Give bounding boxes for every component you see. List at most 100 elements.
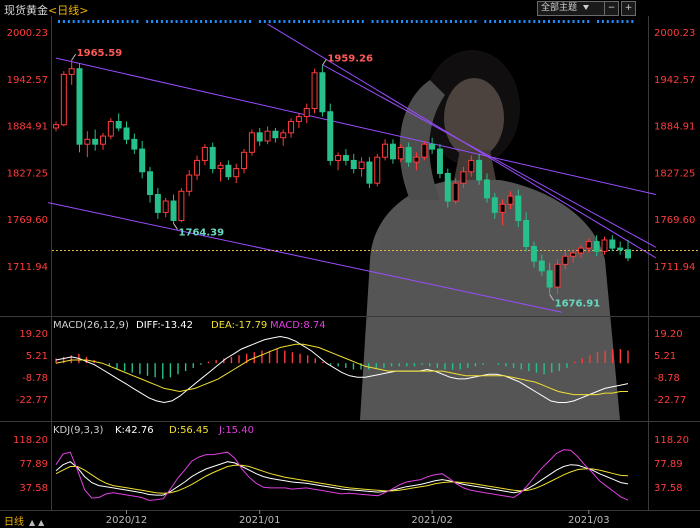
signal-dot bbox=[352, 20, 354, 23]
signal-dot bbox=[391, 20, 394, 23]
annotation-high2: 1959.26 bbox=[327, 53, 373, 64]
plus-icon: + bbox=[624, 3, 633, 13]
candle-body bbox=[319, 72, 326, 113]
date-axis: 2020/12 2021/01 2021/02 2021/03 bbox=[106, 510, 610, 526]
signal-dot bbox=[151, 20, 154, 23]
chart-stage[interactable]: 2000.23 1942.57 1884.91 1827.25 1769.60 1711.… bbox=[0, 0, 700, 527]
signal-dot bbox=[489, 20, 492, 23]
signal-dot bbox=[126, 20, 129, 23]
candle-body bbox=[186, 174, 193, 192]
signal-dot bbox=[116, 20, 119, 23]
macd-axis-left: 19.20 5.21 -8.78 -22.77 bbox=[16, 329, 48, 406]
annotation-leader bbox=[321, 58, 327, 66]
price-tick-left: 1884.91 bbox=[7, 122, 48, 133]
period-tab[interactable]: 日线 ▲▲ bbox=[4, 513, 47, 528]
signal-dot bbox=[175, 20, 178, 23]
price-tick-right: 1711.94 bbox=[654, 262, 695, 273]
candle-body bbox=[523, 219, 530, 247]
candle-body bbox=[397, 146, 404, 160]
signal-dot bbox=[533, 20, 536, 23]
annotation-high1: 1965.59 bbox=[77, 48, 123, 59]
signal-dot bbox=[244, 20, 247, 23]
signal-dot bbox=[376, 20, 379, 23]
signal-dot bbox=[97, 20, 100, 23]
signal-dot bbox=[224, 20, 227, 23]
candle-body bbox=[225, 164, 232, 178]
signal-dot bbox=[631, 20, 634, 23]
signal-dot bbox=[356, 20, 359, 23]
annotation-leader bbox=[71, 53, 77, 61]
candle-body bbox=[241, 151, 248, 170]
channel-line-1 bbox=[55, 57, 656, 196]
minus-icon: − bbox=[607, 3, 616, 13]
candle-body bbox=[562, 255, 569, 265]
signal-dot bbox=[307, 20, 310, 23]
signal-dot bbox=[234, 20, 237, 23]
zoom-in-button[interactable]: + bbox=[621, 1, 636, 16]
signal-dot bbox=[195, 20, 198, 23]
candle-body bbox=[452, 182, 459, 202]
signal-dot bbox=[435, 20, 438, 23]
candle-body bbox=[546, 270, 553, 288]
signal-dot bbox=[160, 20, 163, 23]
macd-axis-right: 19.20 5.21 -8.78 -22.77 bbox=[654, 329, 686, 406]
signal-dot bbox=[361, 20, 364, 23]
signal-dot bbox=[405, 20, 408, 23]
kdj-legend-j: J:15.40 bbox=[218, 425, 254, 436]
price-tick-left: 2000.23 bbox=[7, 28, 48, 39]
price-axis-right: 2000.23 1942.57 1884.91 1827.25 1769.60 1711.… bbox=[654, 28, 695, 273]
kdj-tick-left: 37.58 bbox=[19, 483, 48, 494]
scroll-up-icon-2[interactable]: ▲ bbox=[38, 518, 47, 527]
candle-body bbox=[436, 148, 443, 174]
signal-dot bbox=[146, 20, 149, 23]
candle-body bbox=[335, 155, 342, 161]
candle-body bbox=[389, 143, 396, 160]
signal-dot bbox=[548, 20, 550, 23]
candle-body bbox=[217, 164, 224, 170]
candle-body bbox=[68, 68, 75, 75]
signal-dot bbox=[543, 20, 546, 23]
candle-body bbox=[115, 120, 122, 129]
candle-body bbox=[311, 72, 318, 109]
signal-dot bbox=[239, 20, 242, 23]
signal-dot bbox=[214, 20, 217, 23]
candle-body bbox=[413, 156, 420, 163]
price-tick-left: 1827.25 bbox=[7, 168, 48, 179]
signal-dot bbox=[587, 20, 590, 23]
macd-tick-left: -22.77 bbox=[16, 395, 48, 406]
zoom-out-button[interactable]: − bbox=[604, 1, 619, 16]
candle-body bbox=[154, 194, 161, 213]
macd-tick-right: -8.78 bbox=[654, 373, 680, 384]
signal-dot bbox=[371, 20, 374, 23]
price-tick-right: 2000.23 bbox=[654, 28, 695, 39]
signal-dot bbox=[342, 20, 345, 23]
candle-body bbox=[342, 155, 349, 161]
signal-dot bbox=[464, 20, 467, 23]
candle-body bbox=[499, 203, 506, 213]
candle-body bbox=[53, 124, 59, 129]
signal-dot bbox=[499, 20, 501, 23]
signal-dot bbox=[420, 20, 423, 23]
candle-body bbox=[76, 68, 83, 145]
signal-dot bbox=[621, 20, 624, 23]
period-label[interactable]: <日线> bbox=[48, 4, 88, 17]
candle-body bbox=[123, 127, 130, 140]
signal-dot bbox=[136, 20, 139, 23]
signal-dot bbox=[410, 20, 413, 23]
candle-body bbox=[515, 195, 522, 221]
signal-dot bbox=[268, 20, 271, 23]
signal-dot bbox=[205, 20, 207, 23]
candle-body bbox=[170, 200, 177, 221]
scroll-up-icon[interactable]: ▲ bbox=[29, 518, 38, 527]
signal-dot bbox=[283, 20, 286, 23]
signal-dot bbox=[72, 20, 75, 23]
signal-dot bbox=[303, 20, 305, 23]
candle-body bbox=[131, 138, 138, 150]
signal-dot bbox=[249, 20, 252, 23]
kdj-tick-right: 37.58 bbox=[654, 483, 683, 494]
signal-dot bbox=[626, 20, 629, 23]
signal-dot bbox=[601, 20, 604, 23]
signal-dot bbox=[347, 20, 350, 23]
date-tick-label: 2021/01 bbox=[239, 515, 281, 526]
theme-select-button[interactable]: 全部主题 bbox=[537, 1, 607, 16]
